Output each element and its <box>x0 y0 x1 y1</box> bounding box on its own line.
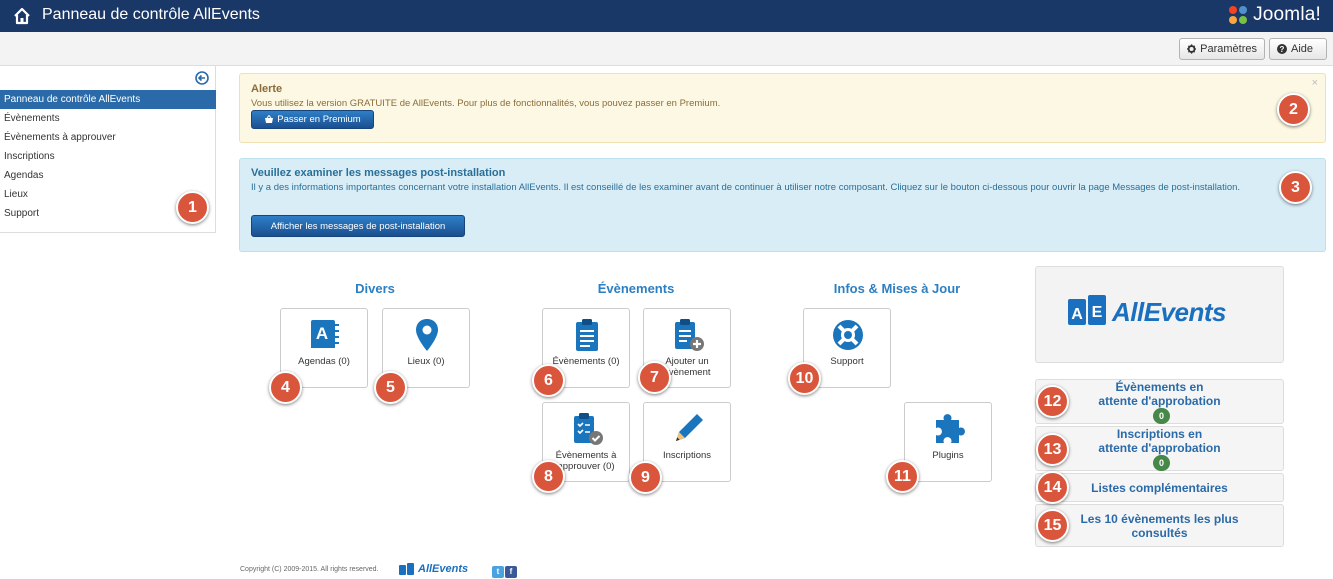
sidebar-item-dashboard[interactable]: Panneau de contrôle AllEvents <box>0 90 216 109</box>
allevents-logo-icon: A E <box>1068 295 1106 325</box>
top10-events-box[interactable]: Les 10 évènements les plus consultés <box>1035 504 1284 547</box>
pending-registrations-title: Inscriptions en attente d'approbation <box>1098 426 1221 455</box>
collapse-sidebar-icon[interactable] <box>195 71 209 85</box>
pending-events-title: Évènements en attente d'approbation <box>1098 379 1221 408</box>
footer-logo-text: AllEvents <box>418 563 469 575</box>
footer-logo[interactable]: AllEvents <box>399 562 468 576</box>
puzzle-icon <box>936 414 965 443</box>
postinstall-alert: Veuillez examiner les messages post-inst… <box>239 158 1326 252</box>
parameters-label: Paramètres <box>1200 43 1257 55</box>
tile-places-label: Lieux (0) <box>407 356 445 367</box>
marker-5: 5 <box>374 371 407 404</box>
approve-clipboard-icon <box>574 413 603 445</box>
section-events: Évènements <box>597 281 675 296</box>
sidebar-item-events[interactable]: Évènements <box>0 109 216 128</box>
close-icon[interactable]: × <box>1312 77 1318 89</box>
marker-8: 8 <box>532 460 565 493</box>
pending-registrations-badge: 0 <box>1152 454 1170 471</box>
premium-alert: Alerte Vous utilisez la version GRATUITE… <box>239 73 1326 143</box>
sidebar-item-events-to-approve[interactable]: Évènements à approuver <box>0 128 216 147</box>
help-icon: ? <box>1277 44 1287 54</box>
clipboard-icon <box>576 319 598 351</box>
go-premium-button[interactable]: Passer en Premium <box>251 110 374 129</box>
marker-13: 13 <box>1036 433 1069 466</box>
marker-6: 6 <box>532 364 565 397</box>
marker-9: 9 <box>629 461 662 494</box>
gear-icon <box>1187 44 1197 54</box>
toolbar: Paramètres ? Aide <box>0 32 1333 66</box>
postinstall-text: Il y a des informations importantes conc… <box>251 182 1241 193</box>
help-label: Aide <box>1291 43 1314 55</box>
pending-events-badge: 0 <box>1152 407 1170 424</box>
page-title: Panneau de contrôle AllEvents <box>42 6 260 23</box>
svg-text:A: A <box>316 324 328 343</box>
joomla-icon <box>1229 6 1248 24</box>
show-postinstall-label: Afficher les messages de post-installati… <box>270 220 446 232</box>
top10-events-title: Les 10 évènements les plus consultés <box>1080 511 1239 540</box>
marker-2: 2 <box>1277 93 1310 126</box>
marker-14: 14 <box>1036 471 1069 504</box>
parameters-button[interactable]: Paramètres <box>1179 38 1265 60</box>
tile-plugins-label: Plugins <box>932 450 964 461</box>
joomla-wordmark: Joomla! <box>1253 4 1321 25</box>
svg-text:A: A <box>1071 306 1083 323</box>
map-pin-icon <box>416 319 438 351</box>
waiting-lists-box[interactable]: Listes complémentaires <box>1035 473 1284 502</box>
allevents-logo-box: A E AllEvents <box>1035 266 1284 363</box>
sidebar-item-agendas[interactable]: Agendas <box>0 166 216 185</box>
go-premium-label: Passer en Premium <box>277 114 361 125</box>
show-postinstall-button[interactable]: Afficher les messages de post-installati… <box>251 215 465 237</box>
postinstall-title: Veuillez examiner les messages post-inst… <box>251 167 506 179</box>
alert-title: Alerte <box>251 83 283 95</box>
tile-events-label: Évènements (0) <box>552 356 620 367</box>
add-clipboard-icon <box>675 319 704 351</box>
sidebar-item-registrations[interactable]: Inscriptions <box>0 147 216 166</box>
alert-text: Vous utilisez la version GRATUITE de All… <box>251 98 721 109</box>
marker-10: 10 <box>788 362 821 395</box>
basket-icon <box>265 115 274 123</box>
svg-text:E: E <box>1092 304 1103 321</box>
svg-text:?: ? <box>1280 45 1285 54</box>
joomla-logo[interactable]: Joomla! <box>1227 2 1321 28</box>
facebook-icon[interactable]: f <box>505 566 517 578</box>
tile-support-label: Support <box>830 356 864 367</box>
twitter-icon[interactable]: t <box>492 566 504 578</box>
home-icon[interactable] <box>12 6 32 26</box>
marker-12: 12 <box>1036 385 1069 418</box>
help-button[interactable]: ? Aide <box>1269 38 1327 60</box>
top-header-bar: Panneau de contrôle AllEvents Joomla! <box>0 0 1333 32</box>
section-info-updates: Infos & Mises à Jour <box>833 281 961 296</box>
pencil-icon <box>676 414 703 441</box>
footer-copyright: Copyright (C) 2009-2015. All rights rese… <box>240 566 379 573</box>
agenda-book-icon: A <box>311 320 339 350</box>
waiting-lists-title: Listes complémentaires <box>1091 480 1228 495</box>
tile-agendas-label: Agendas (0) <box>298 356 350 367</box>
pending-events-box[interactable]: Évènements en attente d'approbation 0 <box>1035 379 1284 424</box>
marker-3: 3 <box>1279 171 1312 204</box>
footer-logo-icon <box>399 563 414 575</box>
allevents-logo-text: AllEvents <box>1112 297 1227 327</box>
section-divers: Divers <box>355 281 395 296</box>
marker-11: 11 <box>886 460 919 493</box>
lifebuoy-icon <box>833 320 863 350</box>
pending-registrations-box[interactable]: Inscriptions en attente d'approbation 0 <box>1035 426 1284 471</box>
marker-1: 1 <box>176 191 209 224</box>
marker-4: 4 <box>269 371 302 404</box>
marker-7: 7 <box>638 361 671 394</box>
tile-registrations-label: Inscriptions <box>662 450 712 461</box>
marker-15: 15 <box>1036 509 1069 542</box>
